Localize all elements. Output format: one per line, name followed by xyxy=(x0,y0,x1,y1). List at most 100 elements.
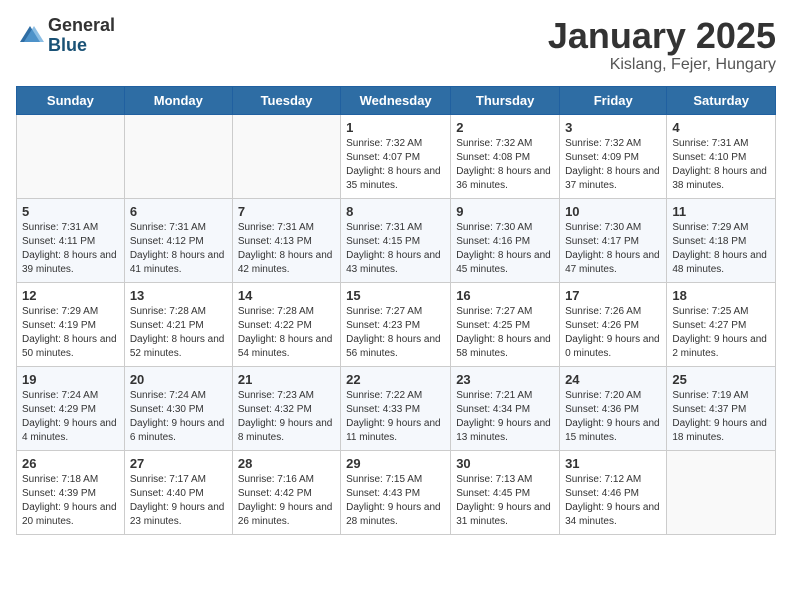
weekday-header-row: SundayMondayTuesdayWednesdayThursdayFrid… xyxy=(17,86,776,114)
calendar-cell xyxy=(124,114,232,198)
day-number: 5 xyxy=(22,204,119,219)
calendar-table: SundayMondayTuesdayWednesdayThursdayFrid… xyxy=(16,86,776,535)
calendar-cell: 29 Sunrise: 7:15 AM Sunset: 4:43 PM Dayli… xyxy=(341,450,451,534)
day-number: 21 xyxy=(238,372,335,387)
weekday-header-wednesday: Wednesday xyxy=(341,86,451,114)
day-info: Sunrise: 7:16 AM Sunset: 4:42 PM Dayligh… xyxy=(238,473,335,529)
calendar-cell: 25 Sunrise: 7:19 AM Sunset: 4:37 PM Dayli… xyxy=(667,366,776,450)
calendar-cell: 22 Sunrise: 7:22 AM Sunset: 4:33 PM Dayli… xyxy=(341,366,451,450)
calendar-cell: 30Sunrise: 7:13 AM Sunset: 4:45 PM Dayli… xyxy=(451,450,560,534)
day-info: Sunrise: 7:26 AM Sunset: 4:26 PM Dayligh… xyxy=(565,305,661,361)
calendar-cell: 15Sunrise: 7:27 AM Sunset: 4:23 PM Dayli… xyxy=(341,282,451,366)
day-info: Sunrise: 7:25 AM Sunset: 4:27 PM Dayligh… xyxy=(672,305,770,361)
day-info: Sunrise: 7:29 AM Sunset: 4:19 PM Dayligh… xyxy=(22,305,119,361)
day-number: 4 xyxy=(672,120,770,135)
calendar-cell: 27 Sunrise: 7:17 AM Sunset: 4:40 PM Dayli… xyxy=(124,450,232,534)
day-info: Sunrise: 7:31 AM Sunset: 4:15 PM Dayligh… xyxy=(346,221,445,277)
day-info: Sunrise: 7:17 AM Sunset: 4:40 PM Dayligh… xyxy=(130,473,227,529)
day-number: 10 xyxy=(565,204,661,219)
calendar-cell: 19Sunrise: 7:24 AM Sunset: 4:29 PM Dayli… xyxy=(17,366,125,450)
day-number: 16 xyxy=(456,288,554,303)
day-info: Sunrise: 7:18 AM Sunset: 4:39 PM Dayligh… xyxy=(22,473,119,529)
calendar-week-5: 26 Sunrise: 7:18 AM Sunset: 4:39 PM Dayli… xyxy=(17,450,776,534)
day-info: Sunrise: 7:31 AM Sunset: 4:11 PM Dayligh… xyxy=(22,221,119,277)
day-number: 3 xyxy=(565,120,661,135)
day-number: 18 xyxy=(672,288,770,303)
day-number: 23 xyxy=(456,372,554,387)
day-number: 19 xyxy=(22,372,119,387)
day-number: 30 xyxy=(456,456,554,471)
day-info: Sunrise: 7:15 AM Sunset: 4:43 PM Dayligh… xyxy=(346,473,445,529)
weekday-header-tuesday: Tuesday xyxy=(232,86,340,114)
day-info: Sunrise: 7:27 AM Sunset: 4:25 PM Dayligh… xyxy=(456,305,554,361)
location: Kislang, Fejer, Hungary xyxy=(548,56,776,74)
calendar-cell xyxy=(232,114,340,198)
title-block: January 2025 Kislang, Fejer, Hungary xyxy=(548,16,776,74)
day-number: 13 xyxy=(130,288,227,303)
day-info: Sunrise: 7:31 AM Sunset: 4:10 PM Dayligh… xyxy=(672,137,770,193)
logo: General Blue xyxy=(16,16,115,56)
calendar-cell: 7 Sunrise: 7:31 AM Sunset: 4:13 PM Daylig… xyxy=(232,198,340,282)
page-header: General Blue January 2025 Kislang, Fejer… xyxy=(16,16,776,74)
day-number: 22 xyxy=(346,372,445,387)
day-number: 25 xyxy=(672,372,770,387)
calendar-body: 1 Sunrise: 7:32 AM Sunset: 4:07 PM Daylig… xyxy=(17,114,776,534)
day-number: 15 xyxy=(346,288,445,303)
calendar-cell: 26 Sunrise: 7:18 AM Sunset: 4:39 PM Dayli… xyxy=(17,450,125,534)
day-number: 31 xyxy=(565,456,661,471)
day-info: Sunrise: 7:29 AM Sunset: 4:18 PM Dayligh… xyxy=(672,221,770,277)
day-number: 8 xyxy=(346,204,445,219)
day-number: 9 xyxy=(456,204,554,219)
calendar-cell: 1 Sunrise: 7:32 AM Sunset: 4:07 PM Daylig… xyxy=(341,114,451,198)
day-number: 14 xyxy=(238,288,335,303)
day-info: Sunrise: 7:32 AM Sunset: 4:09 PM Dayligh… xyxy=(565,137,661,193)
weekday-header-sunday: Sunday xyxy=(17,86,125,114)
calendar-cell: 2Sunrise: 7:32 AM Sunset: 4:08 PM Daylig… xyxy=(451,114,560,198)
calendar-week-3: 12 Sunrise: 7:29 AM Sunset: 4:19 PM Dayli… xyxy=(17,282,776,366)
calendar-week-1: 1 Sunrise: 7:32 AM Sunset: 4:07 PM Daylig… xyxy=(17,114,776,198)
day-number: 26 xyxy=(22,456,119,471)
day-info: Sunrise: 7:20 AM Sunset: 4:36 PM Dayligh… xyxy=(565,389,661,445)
weekday-header-thursday: Thursday xyxy=(451,86,560,114)
day-number: 27 xyxy=(130,456,227,471)
day-number: 12 xyxy=(22,288,119,303)
day-info: Sunrise: 7:30 AM Sunset: 4:16 PM Dayligh… xyxy=(456,221,554,277)
day-number: 1 xyxy=(346,120,445,135)
day-number: 29 xyxy=(346,456,445,471)
calendar-cell: 31 Sunrise: 7:12 AM Sunset: 4:46 PM Dayli… xyxy=(560,450,667,534)
logo-icon xyxy=(16,22,44,50)
calendar-cell: 9 Sunrise: 7:30 AM Sunset: 4:16 PM Daylig… xyxy=(451,198,560,282)
day-info: Sunrise: 7:23 AM Sunset: 4:32 PM Dayligh… xyxy=(238,389,335,445)
day-number: 11 xyxy=(672,204,770,219)
day-info: Sunrise: 7:32 AM Sunset: 4:07 PM Dayligh… xyxy=(346,137,445,193)
day-info: Sunrise: 7:22 AM Sunset: 4:33 PM Dayligh… xyxy=(346,389,445,445)
calendar-cell: 4 Sunrise: 7:31 AM Sunset: 4:10 PM Daylig… xyxy=(667,114,776,198)
logo-blue: Blue xyxy=(48,36,115,56)
calendar-cell: 23 Sunrise: 7:21 AM Sunset: 4:34 PM Dayli… xyxy=(451,366,560,450)
calendar-cell: 11 Sunrise: 7:29 AM Sunset: 4:18 PM Dayli… xyxy=(667,198,776,282)
calendar-cell xyxy=(667,450,776,534)
calendar-cell: 3 Sunrise: 7:32 AM Sunset: 4:09 PM Daylig… xyxy=(560,114,667,198)
day-info: Sunrise: 7:12 AM Sunset: 4:46 PM Dayligh… xyxy=(565,473,661,529)
day-info: Sunrise: 7:30 AM Sunset: 4:17 PM Dayligh… xyxy=(565,221,661,277)
calendar-cell: 17 Sunrise: 7:26 AM Sunset: 4:26 PM Dayli… xyxy=(560,282,667,366)
calendar-week-2: 5 Sunrise: 7:31 AM Sunset: 4:11 PM Daylig… xyxy=(17,198,776,282)
day-info: Sunrise: 7:31 AM Sunset: 4:13 PM Dayligh… xyxy=(238,221,335,277)
day-info: Sunrise: 7:19 AM Sunset: 4:37 PM Dayligh… xyxy=(672,389,770,445)
logo-text: General Blue xyxy=(48,16,115,56)
calendar-cell: 13Sunrise: 7:28 AM Sunset: 4:21 PM Dayli… xyxy=(124,282,232,366)
calendar-cell: 28 Sunrise: 7:16 AM Sunset: 4:42 PM Dayli… xyxy=(232,450,340,534)
day-number: 28 xyxy=(238,456,335,471)
month-title: January 2025 xyxy=(548,16,776,56)
day-number: 7 xyxy=(238,204,335,219)
day-number: 24 xyxy=(565,372,661,387)
weekday-header-saturday: Saturday xyxy=(667,86,776,114)
calendar-cell: 5 Sunrise: 7:31 AM Sunset: 4:11 PM Daylig… xyxy=(17,198,125,282)
calendar-cell: 24 Sunrise: 7:20 AM Sunset: 4:36 PM Dayli… xyxy=(560,366,667,450)
calendar-header: SundayMondayTuesdayWednesdayThursdayFrid… xyxy=(17,86,776,114)
day-info: Sunrise: 7:24 AM Sunset: 4:30 PM Dayligh… xyxy=(130,389,227,445)
calendar-cell xyxy=(17,114,125,198)
day-info: Sunrise: 7:21 AM Sunset: 4:34 PM Dayligh… xyxy=(456,389,554,445)
day-number: 17 xyxy=(565,288,661,303)
calendar-cell: 12 Sunrise: 7:29 AM Sunset: 4:19 PM Dayli… xyxy=(17,282,125,366)
